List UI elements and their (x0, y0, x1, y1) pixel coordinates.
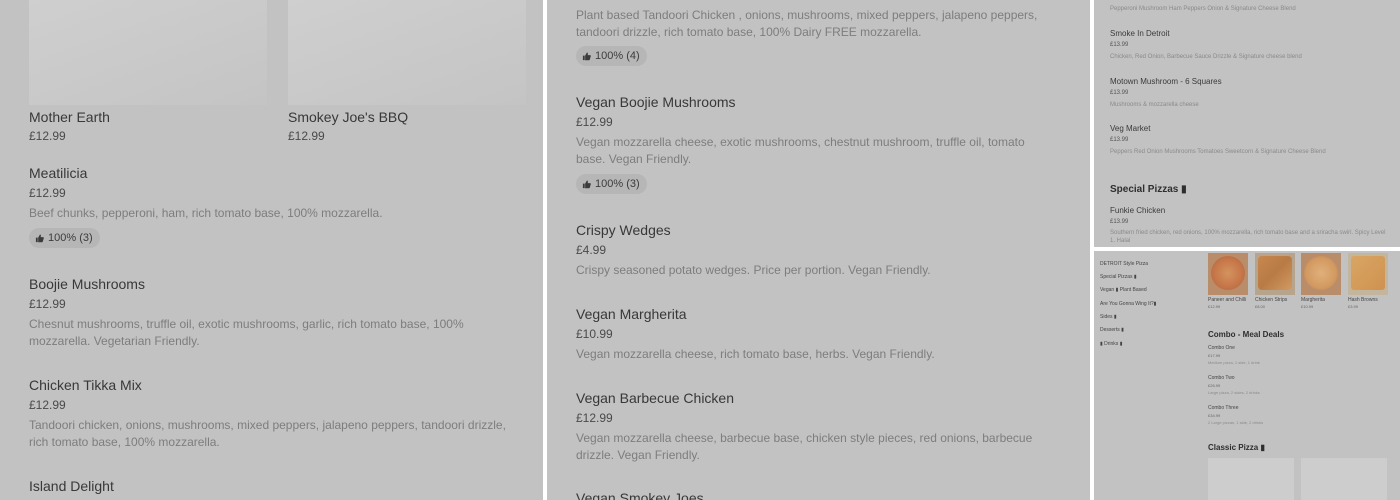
nav-item-detroit-style-pizza[interactable]: DETROIT Style Pizza (1100, 261, 1148, 267)
item-description: Southern fried chicken, red onions, 100%… (1110, 230, 1386, 244)
chicken-strips-image[interactable] (1255, 253, 1295, 295)
item-name[interactable]: Funkie Chicken (1110, 206, 1165, 215)
item-price: £13.99 (1110, 219, 1129, 225)
card-price-smokey-joes: £12.99 (288, 129, 325, 143)
menu-panel-middle: Plant based Tandoori Chicken , onions, m… (547, 0, 1090, 500)
item-name[interactable]: Vegan Boojie Mushrooms (576, 94, 736, 110)
tile-name[interactable]: Margherita (1301, 297, 1325, 303)
section-heading-combo-meal-deals: Combo - Meal Deals (1208, 330, 1285, 339)
thumbs-up-icon (582, 51, 591, 61)
rating-text: 100% (3) (595, 178, 640, 190)
classic-pizza-image[interactable] (1301, 458, 1387, 500)
nav-item-wings[interactable]: Are You Gonna Wing It?▮ (1100, 301, 1156, 307)
menu-panel-bottom-right: DETROIT Style Pizza Special Pizzas ▮ Veg… (1094, 251, 1400, 500)
tile-name[interactable]: Hash Browns (1348, 297, 1378, 303)
item-price: £4.99 (576, 243, 607, 257)
item-name[interactable]: Crispy Wedges (576, 222, 671, 238)
thumbs-up-icon (582, 179, 591, 189)
rating-text: 100% (3) (48, 232, 93, 244)
mother-earth-image[interactable] (29, 0, 267, 105)
combo-description: Large pizza, 2 sides, 2 drinks (1208, 390, 1260, 395)
item-name[interactable]: Chicken Tikka Mix (29, 377, 142, 393)
rating-badge: 100% (4) (576, 46, 647, 66)
item-name[interactable]: Motown Mushroom - 6 Squares (1110, 77, 1222, 86)
nav-item-vegan-plant-based[interactable]: Vegan ▮ Plant Based (1100, 287, 1147, 293)
menu-panel-top-right: Pepperoni Mushroom Ham Peppers Onion & S… (1094, 0, 1400, 247)
nav-item-drinks[interactable]: ▮ Drinks ▮ (1100, 341, 1122, 347)
combo-name[interactable]: Combo Two (1208, 375, 1235, 381)
item-description: Beef chunks, pepperoni, ham, rich tomato… (29, 206, 383, 220)
thumbs-up-icon (35, 233, 44, 243)
item-description: Tandoori chicken, onions, mushrooms, mix… (29, 418, 506, 449)
item-name[interactable]: Vegan Barbecue Chicken (576, 390, 734, 406)
item-name[interactable]: Meatilicia (29, 165, 87, 181)
section-heading-classic-pizza: Classic Pizza ▮ (1208, 443, 1265, 452)
item-name[interactable]: Island Delight (29, 478, 114, 494)
menu-panel-left: Mother Earth £12.99 Smokey Joe's BBQ £12… (0, 0, 543, 500)
item-description: Peppers Red Onion Mushrooms Tomatoes Swe… (1110, 149, 1326, 155)
item-price: £10.99 (576, 327, 613, 341)
item-name[interactable]: Vegan Margherita (576, 306, 687, 322)
item-name[interactable]: Boojie Mushrooms (29, 276, 145, 292)
item-price: £13.99 (1110, 42, 1129, 48)
item-description: Chesnut mushrooms, truffle oil, exotic m… (29, 317, 464, 348)
combo-price: £34.99 (1208, 413, 1221, 418)
nav-item-sides[interactable]: Sides ▮ (1100, 314, 1117, 320)
combo-price: £17.99 (1208, 353, 1221, 358)
tile-price: £10.99 (1301, 304, 1314, 309)
classic-pizza-image[interactable] (1208, 458, 1294, 500)
item-price: £12.99 (29, 297, 66, 311)
item-price: £12.99 (29, 186, 66, 200)
rating-badge: 100% (3) (29, 228, 100, 248)
item-description: Vegan mozzarella cheese, barbecue base, … (576, 431, 1033, 462)
item-price: £13.99 (1110, 137, 1129, 143)
hash-browns-image[interactable] (1348, 253, 1388, 295)
item-description: Vegan mozzarella cheese, exotic mushroom… (576, 135, 1025, 166)
item-price: £12.99 (576, 115, 613, 129)
item-description: Pepperoni Mushroom Ham Peppers Onion & S… (1110, 6, 1296, 12)
item-description: Mushrooms & mozzarella cheese (1110, 102, 1199, 108)
tile-price: £3.99 (1348, 304, 1359, 309)
item-price: £13.99 (1110, 90, 1129, 96)
tile-price: £12.99 (1208, 304, 1221, 309)
smokey-joes-image[interactable] (288, 0, 526, 105)
item-description: Chicken, Red Onion, Barbecue Sauce Drizz… (1110, 54, 1302, 60)
combo-description: Medium pizza, 1 side, 1 drink (1208, 360, 1260, 365)
nav-item-special-pizzas[interactable]: Special Pizzas ▮ (1100, 274, 1137, 280)
combo-description: 2 Large pizzas, 1 side, 2 drinks (1208, 420, 1264, 425)
rating-text: 100% (4) (595, 50, 640, 62)
item-description: Crispy seasoned potato wedges. Price per… (576, 263, 931, 277)
paneer-and-chilli-image[interactable] (1208, 253, 1248, 295)
combo-name[interactable]: Combo Three (1208, 405, 1238, 411)
item-price: £12.99 (576, 411, 613, 425)
nav-item-desserts[interactable]: Desserts ▮ (1100, 327, 1124, 333)
rating-badge: 100% (3) (576, 174, 647, 194)
card-name-smokey-joes[interactable]: Smokey Joe's BBQ (288, 109, 408, 125)
item-description: Vegan mozzarella cheese, rich tomato bas… (576, 347, 935, 361)
combo-price: £26.99 (1208, 383, 1221, 388)
tile-name[interactable]: Paneer and Chilli (1208, 297, 1246, 303)
item-description: Plant based Tandoori Chicken , onions, m… (576, 8, 1038, 39)
tile-name[interactable]: Chicken Strips (1255, 297, 1287, 303)
margherita-image[interactable] (1301, 253, 1341, 295)
item-name[interactable]: Veg Market (1110, 124, 1150, 133)
card-price-mother-earth: £12.99 (29, 129, 66, 143)
combo-name[interactable]: Combo One (1208, 345, 1235, 351)
item-price: £12.99 (29, 398, 66, 412)
card-name-mother-earth[interactable]: Mother Earth (29, 109, 110, 125)
item-name[interactable]: Smoke In Detroit (1110, 29, 1170, 38)
item-name[interactable]: Vegan Smokey Joes (576, 490, 704, 500)
tile-price: £8.00 (1255, 304, 1266, 309)
section-heading-special-pizzas: Special Pizzas ▮ (1110, 184, 1187, 195)
